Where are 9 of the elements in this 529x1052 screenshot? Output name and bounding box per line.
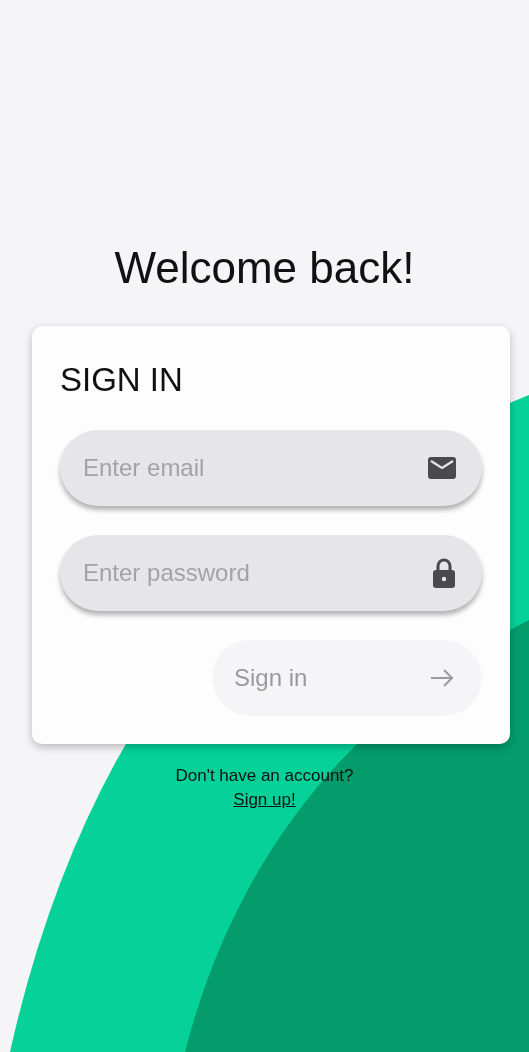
password-field[interactable]: Enter password	[60, 535, 482, 611]
arrow-icon	[430, 668, 454, 688]
mail-icon	[428, 457, 456, 479]
lock-icon	[432, 558, 456, 588]
welcome-title: Welcome back!	[114, 242, 415, 294]
card-heading: SIGN IN	[60, 360, 183, 400]
email-field[interactable]: Enter email	[60, 430, 482, 506]
account-prompt: Don't have an account?	[175, 766, 354, 786]
sign-up-link[interactable]: Sign up!	[233, 790, 296, 810]
